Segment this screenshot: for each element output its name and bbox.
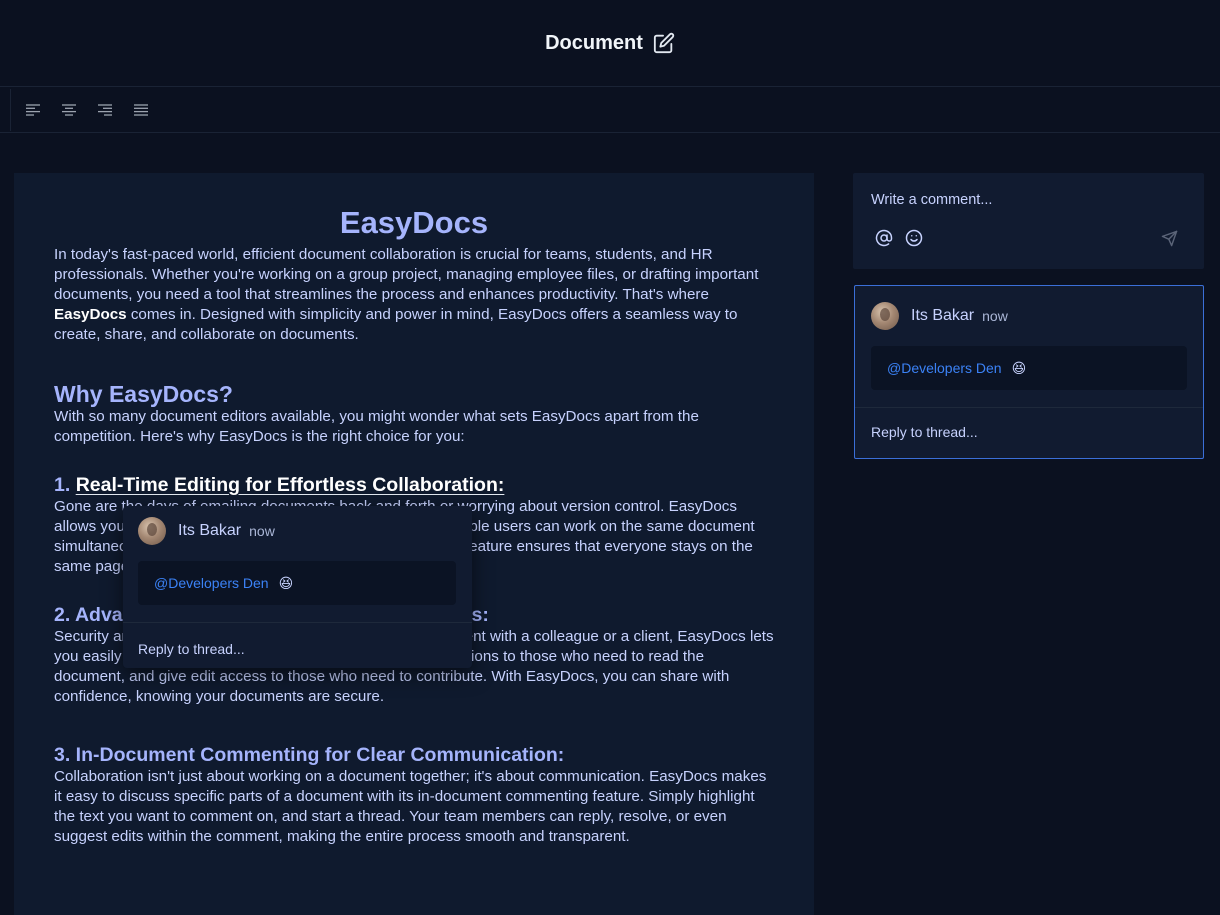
comment-author: Its Bakar bbox=[178, 522, 242, 539]
thread-header: Its Bakar now bbox=[871, 302, 1008, 330]
section-1-heading: 1. Real-Time Editing for Effortless Coll… bbox=[54, 473, 774, 497]
reply-to-thread-input[interactable]: Reply to thread... bbox=[871, 424, 978, 440]
comment-body: @Developers Den 😆 bbox=[871, 346, 1187, 390]
comment-time: now bbox=[249, 523, 275, 539]
avatar bbox=[871, 302, 899, 330]
intro-bold-text: EasyDocs bbox=[54, 306, 127, 323]
toolbar-divider bbox=[10, 88, 11, 131]
smiley-icon[interactable] bbox=[904, 228, 924, 248]
new-comment-box[interactable]: Write a comment... bbox=[853, 173, 1204, 269]
section-3-heading: 3. In-Document Commenting for Clear Comm… bbox=[54, 744, 565, 766]
align-justify-icon[interactable] bbox=[123, 92, 159, 128]
reply-to-thread-input[interactable]: Reply to thread... bbox=[138, 641, 245, 657]
document-heading: EasyDocs bbox=[339, 205, 489, 240]
align-center-icon[interactable] bbox=[51, 92, 87, 128]
comment-body: @Developers Den 😆 bbox=[138, 561, 456, 605]
section-1-number: 1. bbox=[54, 474, 76, 496]
comment-thread-popup[interactable]: Its Bakar now @Developers Den 😆 Reply to… bbox=[123, 506, 472, 668]
intro-text-end: comes in. Designed with simplicity and p… bbox=[54, 306, 738, 343]
why-paragraph: With so many document editors available,… bbox=[54, 408, 699, 445]
thread-divider bbox=[123, 622, 472, 623]
sidebar-comment-thread[interactable]: Its Bakar now @Developers Den 😆 Reply to… bbox=[854, 285, 1204, 459]
avatar bbox=[138, 517, 166, 545]
align-right-icon[interactable] bbox=[87, 92, 123, 128]
align-left-icon[interactable] bbox=[15, 92, 51, 128]
why-heading: Why EasyDocs? bbox=[54, 381, 233, 407]
comment-input[interactable]: Write a comment... bbox=[871, 192, 992, 208]
intro-paragraph: In today's fast-paced world, efficient d… bbox=[54, 245, 774, 345]
comment-author: Its Bakar bbox=[911, 307, 975, 324]
mention-link[interactable]: @Developers Den bbox=[154, 575, 269, 591]
commented-text-highlight[interactable]: Real-Time Editing for Effortless Collabo… bbox=[76, 474, 505, 496]
send-icon[interactable] bbox=[1159, 228, 1179, 248]
comment-time: now bbox=[982, 308, 1008, 324]
thread-divider bbox=[855, 407, 1203, 408]
header-bar: Document bbox=[0, 0, 1220, 87]
format-toolbar bbox=[0, 87, 1220, 133]
thread-header: Its Bakar now bbox=[138, 517, 275, 545]
at-icon[interactable] bbox=[874, 228, 894, 248]
mention-link[interactable]: @Developers Den bbox=[887, 360, 1002, 376]
section-3-paragraph: Collaboration isn't just about working o… bbox=[54, 768, 767, 845]
document-title[interactable]: Document bbox=[545, 32, 643, 55]
grinning-emoji-icon: 😆 bbox=[278, 574, 294, 591]
intro-text-start: In today's fast-paced world, efficient d… bbox=[54, 246, 759, 303]
edit-icon[interactable] bbox=[653, 32, 675, 54]
grinning-emoji-icon: 😆 bbox=[1011, 359, 1027, 376]
